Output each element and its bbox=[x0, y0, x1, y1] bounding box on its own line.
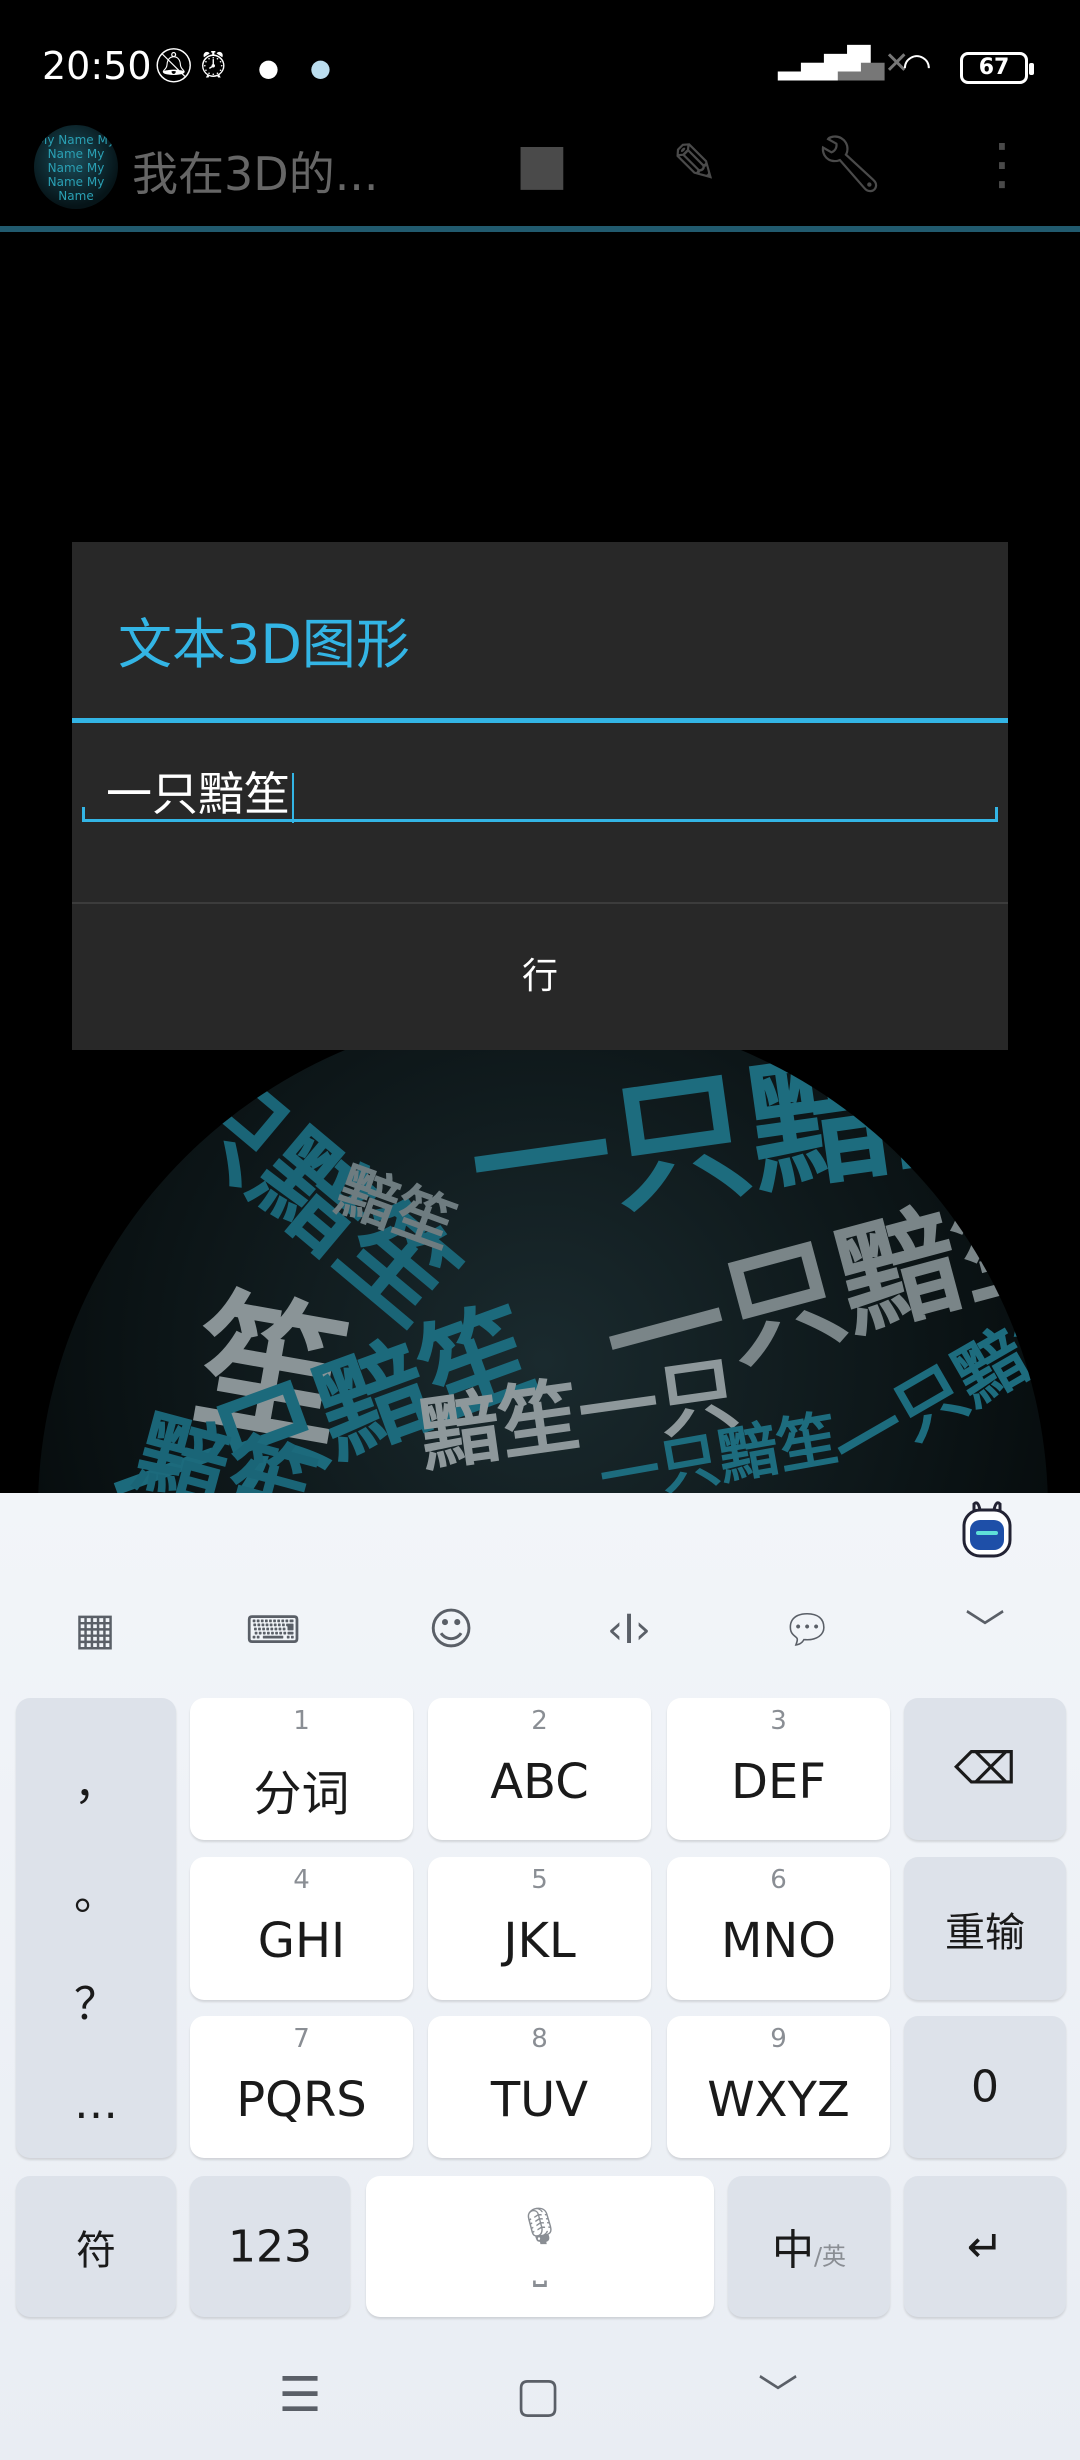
dialog-title: 文本3D图形 bbox=[118, 613, 410, 676]
alarm-icon: ⏰︎ bbox=[200, 46, 227, 86]
nav-back-icon[interactable]: ﹀ bbox=[748, 2370, 808, 2420]
clock: 20:50 bbox=[42, 44, 152, 88]
cursor-icon[interactable]: ‹I› bbox=[594, 1600, 664, 1660]
pencil-icon[interactable]: ✎ bbox=[660, 130, 730, 200]
app-notification-icon: ● bbox=[310, 54, 331, 82]
nav-home-icon[interactable]: ▢ bbox=[508, 2370, 568, 2420]
more-vert-icon[interactable]: ⋮ bbox=[967, 130, 1037, 200]
key-question[interactable]: ？ bbox=[16, 1968, 176, 2032]
text-input[interactable]: 一只黯笙 bbox=[82, 742, 998, 823]
video-camera-icon[interactable]: ■ bbox=[507, 130, 577, 200]
key-0[interactable]: 0 bbox=[904, 2016, 1066, 2158]
wifi-icon: ◠ bbox=[902, 46, 932, 86]
key-6[interactable]: 6 MNO bbox=[667, 1857, 890, 2000]
key-5[interactable]: 5 JKL bbox=[428, 1857, 651, 2000]
key-ellipsis[interactable]: … bbox=[16, 2078, 176, 2129]
app-notification-icon: ● bbox=[258, 54, 279, 82]
app-logo: My Name My Name My Name My Name My Name bbox=[34, 125, 118, 209]
status-bar: 20:50 🔕︎ ⏰︎ ● ● ▂▄▆█ ▂▄✕ ◠ 67 bbox=[0, 0, 1080, 100]
key-7[interactable]: 7 PQRS bbox=[190, 2016, 413, 2158]
signal-no-service-icon: ▂▄✕ bbox=[838, 46, 910, 81]
space-key[interactable]: 🎙︎ ⎵ bbox=[366, 2176, 714, 2317]
key-comma[interactable]: ， bbox=[16, 1748, 176, 1812]
nav-menu-icon[interactable]: ☰ bbox=[270, 2370, 330, 2420]
ime-mascot-icon[interactable] bbox=[958, 1500, 1016, 1558]
key-3[interactable]: 3 DEF bbox=[667, 1698, 890, 1840]
ok-button[interactable]: 行 bbox=[72, 904, 1008, 1050]
battery-icon: 67 bbox=[960, 52, 1034, 84]
key-9[interactable]: 9 WXYZ bbox=[667, 2016, 890, 2158]
symbols-key[interactable]: 符 bbox=[16, 2176, 176, 2317]
numbers-key[interactable]: 123 bbox=[190, 2176, 350, 2317]
action-bar-divider bbox=[0, 226, 1080, 232]
key-8[interactable]: 8 TUV bbox=[428, 2016, 651, 2158]
key-period[interactable]: 。 bbox=[16, 1858, 176, 1922]
wrench-icon[interactable]: 🔧︎ bbox=[814, 130, 885, 200]
dialog-title-divider bbox=[72, 718, 1008, 723]
key-4[interactable]: 4 GHI bbox=[190, 1857, 413, 2000]
language-switch-key[interactable]: 中/英 bbox=[728, 2176, 890, 2317]
emoji-icon[interactable]: ☺︎ bbox=[416, 1600, 486, 1660]
text-input-value: 一只黯笙 bbox=[106, 767, 290, 821]
collapse-icon[interactable]: ﹀ bbox=[950, 1600, 1020, 1660]
keyboard-icon[interactable]: ⌨︎ bbox=[238, 1600, 308, 1660]
punctuation-column[interactable]: ， 。 ？ … bbox=[16, 1698, 176, 2158]
key-1[interactable]: 1 分词 bbox=[190, 1698, 413, 1840]
backspace-key[interactable]: ⌫ bbox=[904, 1698, 1066, 1840]
enter-icon: ↵ bbox=[966, 2221, 1004, 2272]
text-cursor bbox=[292, 772, 294, 823]
app-title: 我在3D的... bbox=[132, 147, 379, 201]
bell-off-icon: 🔕︎ bbox=[152, 46, 196, 86]
apps-icon[interactable]: ▦ bbox=[60, 1600, 130, 1660]
text-3d-dialog: 文本3D图形 一只黯笙 行 bbox=[72, 542, 1008, 1050]
clipboard-icon[interactable]: 💬︎ bbox=[772, 1600, 842, 1660]
key-2[interactable]: 2 ABC bbox=[428, 1698, 651, 1840]
reenter-key[interactable]: 重输 bbox=[904, 1857, 1066, 2000]
enter-key[interactable]: ↵ bbox=[904, 2176, 1066, 2317]
microphone-space-icon: 🎙︎ ⎵ bbox=[517, 2205, 563, 2288]
backspace-icon: ⌫ bbox=[953, 1743, 1017, 1795]
